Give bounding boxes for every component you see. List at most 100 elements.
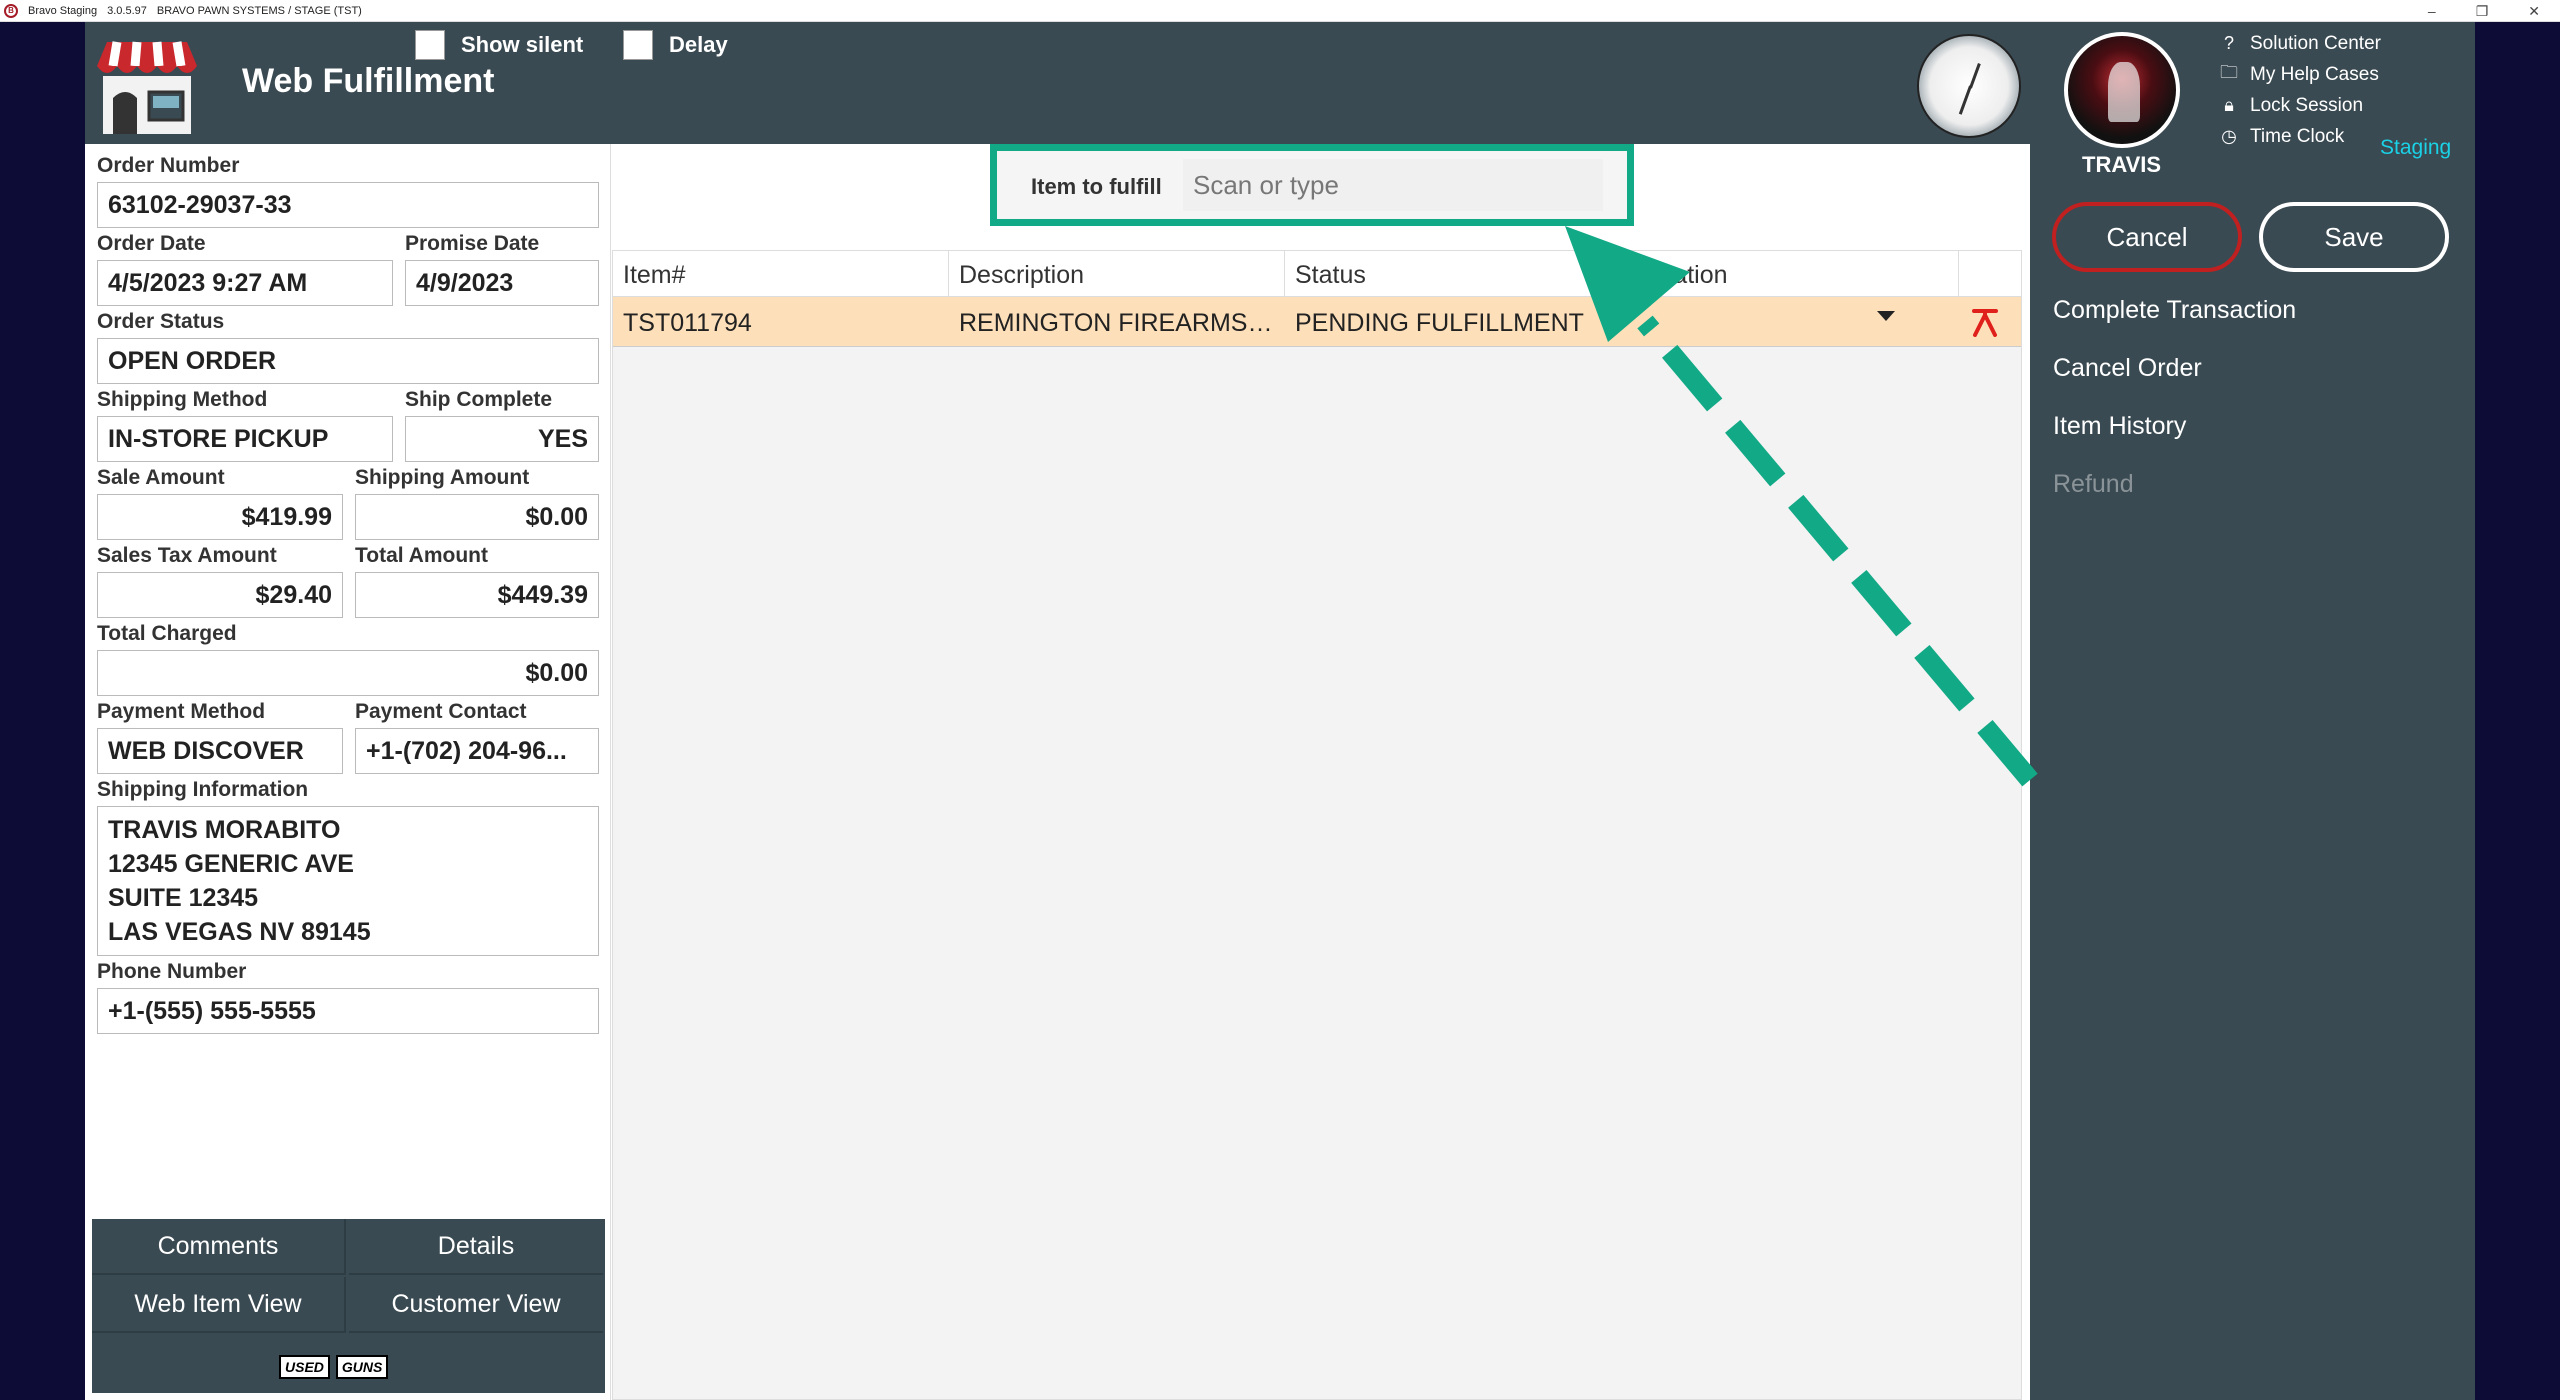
clock-icon: ◷	[2221, 126, 2237, 146]
promise-date-label: Promise Date	[405, 232, 540, 255]
app-name: Bravo Staging	[28, 4, 98, 17]
delay-checkbox[interactable]: Delay	[623, 30, 728, 60]
show-silent-box[interactable]	[415, 30, 445, 60]
refund-item: Refund	[2053, 470, 2134, 498]
remove-item-icon[interactable]	[1970, 307, 2000, 337]
column-description[interactable]: Description	[949, 251, 1285, 297]
column-item-number[interactable]: Item#	[613, 251, 949, 297]
app-window: Web Fulfillment Show silent Delay Order …	[85, 22, 2475, 1400]
web-item-view-button[interactable]: Web Item View	[92, 1277, 346, 1333]
item-search-input[interactable]	[1183, 159, 1603, 211]
shipping-method-label: Shipping Method	[97, 388, 268, 411]
shipping-street: 12345 GENERIC AVE	[108, 850, 354, 878]
order-date-field: 4/5/2023 9:27 AM	[97, 260, 393, 306]
sale-amount-field: $419.99	[97, 494, 343, 540]
page-title: Web Fulfillment	[242, 62, 495, 100]
payment-contact-field: +1-(702) 204-96...	[355, 728, 599, 774]
close-icon[interactable]: ✕	[2528, 3, 2540, 20]
payment-method-label: Payment Method	[97, 700, 266, 723]
delay-box[interactable]	[623, 30, 653, 60]
lock-session-link[interactable]: 🔒︎ Lock Session	[2218, 90, 2381, 121]
shipping-name: TRAVIS MORABITO	[108, 816, 341, 844]
shipping-method-field: IN-STORE PICKUP	[97, 416, 393, 462]
column-actions	[1959, 251, 2019, 297]
item-to-fulfill-label: Item to fulfill	[1031, 174, 1162, 199]
logo-guns-text: GUNS	[335, 1355, 389, 1379]
chevron-down-icon[interactable]	[1877, 311, 1895, 321]
show-silent-checkbox[interactable]: Show silent	[415, 30, 583, 60]
ship-complete-label: Ship Complete	[405, 388, 553, 411]
show-silent-label: Show silent	[461, 32, 584, 57]
shipping-info-label: Shipping Information	[97, 778, 309, 801]
avatar[interactable]	[2064, 32, 2180, 148]
save-button[interactable]: Save	[2259, 202, 2449, 272]
restore-icon[interactable]: ❐	[2476, 3, 2489, 20]
comments-button[interactable]: Comments	[92, 1219, 346, 1275]
staging-label: Staging	[2380, 136, 2452, 159]
item-history-item[interactable]: Item History	[2053, 412, 2296, 470]
shipping-city: LAS VEGAS NV 89145	[108, 918, 371, 946]
my-help-cases-link[interactable]: 🗀 My Help Cases	[2218, 59, 2381, 90]
app-version: 3.0.5.97	[107, 4, 147, 17]
bravo-logo-icon: B	[4, 3, 18, 18]
items-grid: Item# Description Status Location TST011…	[612, 250, 2022, 1400]
username: TRAVIS	[2082, 152, 2162, 177]
total-charged-field: $0.00	[97, 650, 599, 696]
lock-session-label: Lock Session	[2250, 94, 2364, 116]
solution-center-label: Solution Center	[2250, 32, 2381, 54]
complete-transaction-item[interactable]: Complete Transaction	[2053, 296, 2296, 354]
action-menu: Complete Transaction Cancel Order Item H…	[2053, 296, 2296, 528]
ship-complete-field: YES	[405, 416, 599, 462]
lock-icon: 🔒︎	[2224, 95, 2234, 115]
shipping-info-field: TRAVIS MORABITO 12345 GENERIC AVE SUITE …	[97, 806, 599, 956]
solution-center-link[interactable]: ? Solution Center	[2218, 28, 2381, 59]
row-item-number: TST011794	[623, 309, 752, 337]
shipping-amount-label: Shipping Amount	[355, 466, 530, 489]
order-status-label: Order Status	[97, 310, 225, 333]
row-status: PENDING FULFILLMENT	[1295, 309, 1584, 337]
details-button[interactable]: Details	[349, 1219, 603, 1275]
order-date-label: Order Date	[97, 232, 206, 255]
item-search-box: Item to fulfill	[990, 144, 1634, 226]
cancel-order-item[interactable]: Cancel Order	[2053, 354, 2296, 412]
environment-name: BRAVO PAWN SYSTEMS / STAGE (TST)	[156, 4, 362, 17]
folder-icon: 🗀	[2220, 61, 2238, 82]
shipping-suite: SUITE 12345	[108, 884, 259, 912]
help-cases-label: My Help Cases	[2250, 63, 2379, 85]
customer-view-button[interactable]: Customer View	[349, 1277, 603, 1333]
payment-method-field: WEB DISCOVER	[97, 728, 343, 774]
sidebar: TRAVIS ? Solution Center 🗀 My Help Cases 🔒…	[2030, 22, 2475, 1400]
store-icon	[97, 41, 197, 134]
column-status[interactable]: Status	[1285, 251, 1623, 297]
delay-label: Delay	[669, 32, 728, 57]
phone-field: +1-(555) 555-5555	[97, 988, 599, 1034]
time-clock-label: Time Clock	[2250, 125, 2345, 147]
row-location-select[interactable]	[1623, 297, 1959, 347]
sales-tax-field: $29.40	[97, 572, 343, 618]
promise-date-field: 4/9/2023	[405, 260, 599, 306]
minimize-icon[interactable]: –	[2428, 3, 2436, 19]
row-description: REMINGTON FIREARMS &...	[959, 309, 1285, 337]
logo-used-text: USED	[279, 1355, 330, 1379]
total-charged-label: Total Charged	[97, 622, 237, 645]
sales-tax-label: Sales Tax Amount	[97, 544, 277, 567]
grid-header: Item# Description Status Location	[613, 251, 2021, 297]
used-guns-logo: USED GUNS	[279, 1352, 409, 1382]
shipping-amount-field: $0.00	[355, 494, 599, 540]
window-titlebar: B Bravo Staging 3.0.5.97 BRAVO PAWN SYST…	[0, 0, 2560, 22]
sale-amount-label: Sale Amount	[97, 466, 225, 489]
total-amount-label: Total Amount	[355, 544, 488, 567]
cancel-button[interactable]: Cancel	[2052, 202, 2242, 272]
phone-label: Phone Number	[97, 960, 247, 983]
main-area: Item to fulfill Item# Description Status…	[612, 144, 2030, 1400]
time-clock-link[interactable]: ◷ Time Clock	[2218, 121, 2381, 152]
total-amount-field: $449.39	[355, 572, 599, 618]
order-number-label: Order Number	[97, 154, 240, 177]
order-details-panel: Order Number 63102-29037-33 Order Date 4…	[85, 144, 611, 1400]
payment-contact-label: Payment Contact	[355, 700, 527, 723]
table-row[interactable]: TST011794 REMINGTON FIREARMS &... PENDIN…	[613, 297, 2021, 347]
clock-icon	[1917, 34, 2021, 138]
order-status-field: OPEN ORDER	[97, 338, 599, 384]
help-icon: ?	[2223, 33, 2234, 53]
column-location[interactable]: Location	[1623, 251, 1959, 297]
